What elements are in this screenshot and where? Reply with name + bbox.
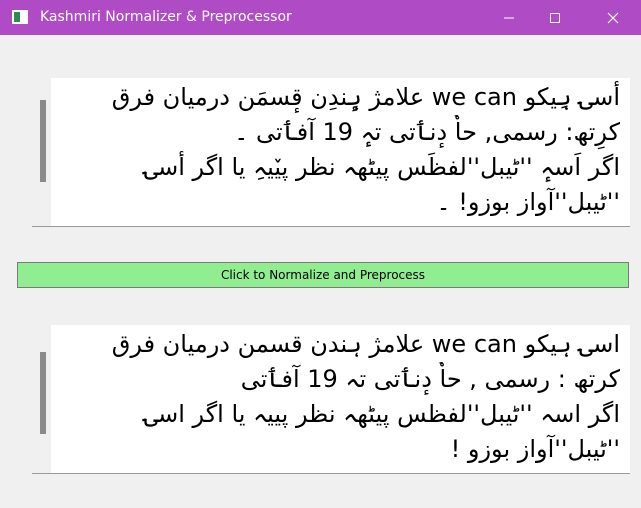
input-text-content[interactable]: أسۍ ہِیکو we can علامژ ہٕندِن قٕسمَن درم… [56,80,620,220]
maximize-icon [550,12,560,23]
minimize-button[interactable] [486,0,532,35]
output-line: اسۍ ہیکو we can علامژ ہندن قسمن درمیان ف… [111,330,620,358]
output-scrollbar-thumb[interactable] [40,352,46,434]
output-text-content[interactable]: اسۍ ہیکو we can علامژ ہندن قسمن درمیان ف… [56,327,620,467]
maximize-button[interactable] [532,0,578,35]
close-icon [607,12,619,23]
input-text-area[interactable]: أسۍ ہِیکو we can علامژ ہٕندِن قٕسمَن درم… [32,78,630,227]
output-vertical-scrollbar[interactable] [32,325,51,473]
input-line: اگر اَسہٕ ''ٹیبل''لفظَس پیٹھہ نظر پیٚیہِ… [144,153,620,181]
input-line: ''ٹیبل''آواز بوزو! ۔ [436,188,620,216]
output-line: اگر اسہ ''ٹیبل''لفظس پیٹھہ نظر پییہ یا ا… [144,400,620,428]
close-button[interactable] [590,0,636,35]
minimize-icon [504,17,514,18]
normalize-preprocess-button[interactable]: Click to Normalize and Preprocess [17,262,629,288]
input-line: أسۍ ہِیکو we can علامژ ہٕندِن قٕسمَن درم… [111,83,620,111]
input-vertical-scrollbar[interactable] [32,78,51,226]
output-line: ''ٹیبل''آواز بوزو ! [450,435,620,463]
window-title: Kashmiri Normalizer & Preprocessor [40,9,292,25]
output-text-area[interactable]: اسۍ ہیکو we can علامژ ہندن قسمن درمیان ف… [32,325,630,474]
app-window: Kashmiri Normalizer & Preprocessor أسۍ ہ… [0,0,641,508]
input-line: کرِتھ: رسمی, حاٗ دٕنٲتی تہٕ 19 آفٲتی ۔ [234,118,620,146]
output-line: کرتھ : رسمی , حاٗ دٕنٲتی تہ 19 آفٲتی [240,365,620,393]
title-bar[interactable]: Kashmiri Normalizer & Preprocessor [0,0,641,35]
app-icon [12,10,28,24]
input-scrollbar-thumb[interactable] [40,100,46,182]
